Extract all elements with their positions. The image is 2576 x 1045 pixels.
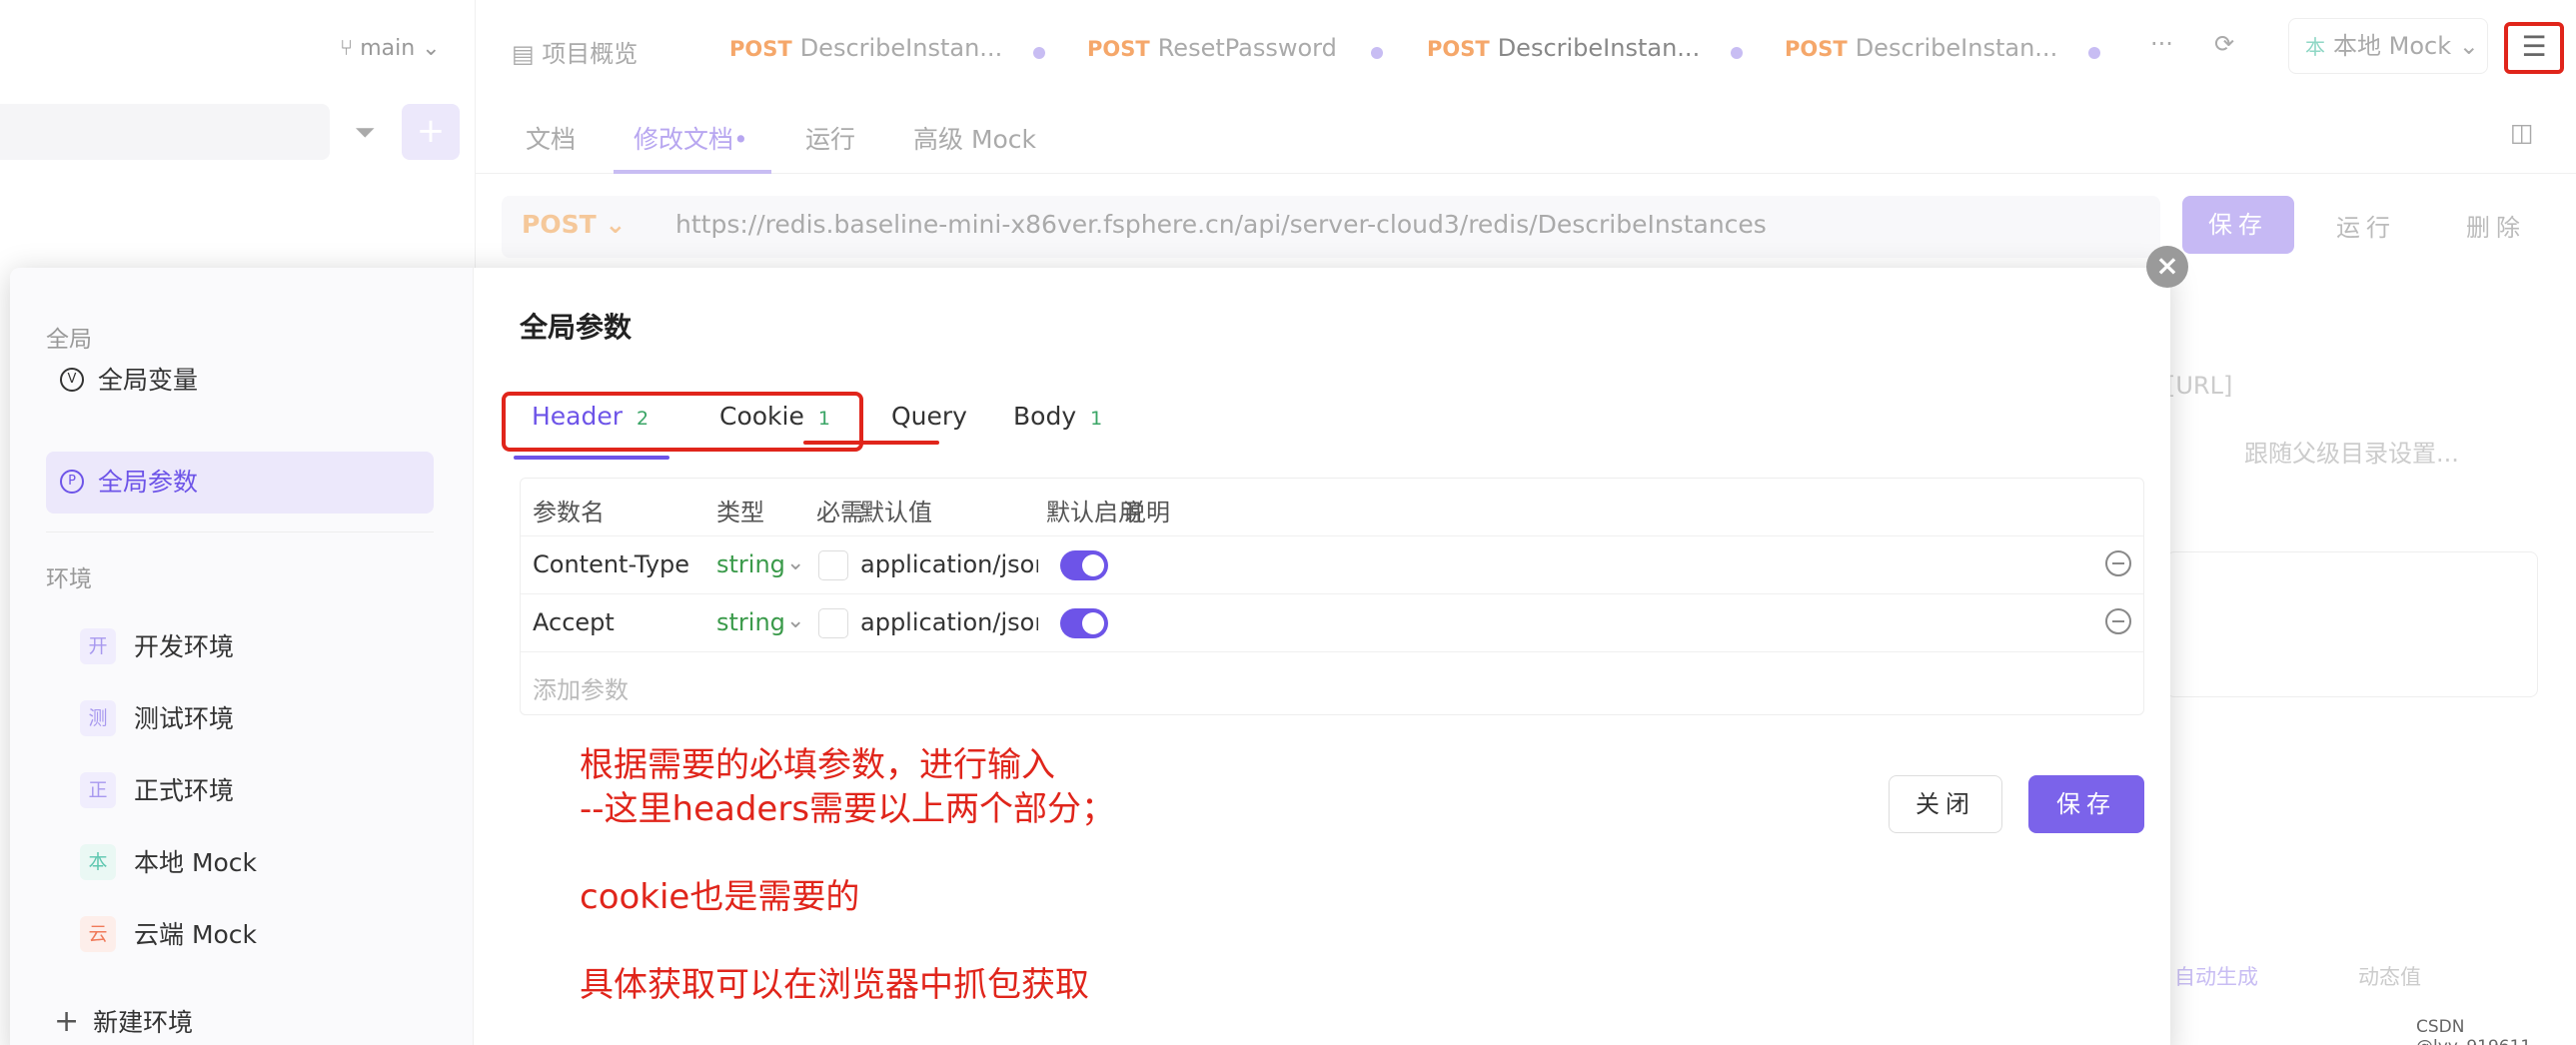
chevron-down-icon[interactable]: ⌄: [786, 608, 804, 633]
divider: [46, 531, 434, 532]
request-save-button[interactable]: 保存: [2182, 196, 2294, 254]
unsaved-dot: [1731, 47, 1743, 59]
required-checkbox[interactable]: [818, 550, 848, 580]
col-default: 默认值: [860, 499, 932, 526]
env-badge: 测: [80, 700, 116, 736]
branch-selector[interactable]: ⑂ main ⌄: [340, 36, 441, 61]
plus-icon: +: [54, 1004, 80, 1039]
col-type: 类型: [716, 499, 764, 526]
params-table: 参数名 类型 必需 默认值 默认启用 说明 Content-Type strin…: [520, 478, 2144, 715]
sidebar-item-global-params[interactable]: P 全局参数: [46, 452, 434, 514]
unsaved-dot: [2088, 47, 2100, 59]
env-badge: 本: [80, 844, 116, 880]
tab-request-active[interactable]: POST DescribeInstan...: [1427, 34, 1743, 62]
env-item-cloud-mock[interactable]: 云云端 Mock: [80, 915, 257, 955]
subtab-run[interactable]: 运行: [805, 120, 855, 156]
menu-icon[interactable]: ☰: [2504, 22, 2564, 74]
url-input[interactable]: https://redis.baseline-mini-x86ver.fsphe…: [675, 210, 1767, 239]
tab-request[interactable]: POST ResetPassword: [1087, 34, 1383, 62]
env-item-local-mock[interactable]: 本本地 Mock: [80, 843, 257, 883]
search-input[interactable]: [0, 104, 330, 160]
col-name: 参数名: [533, 499, 605, 526]
doc-subtabs: 文档 修改文档• 运行 高级 Mock ◫: [476, 104, 2576, 174]
close-button[interactable]: 关闭: [1889, 775, 2002, 833]
add-button[interactable]: +: [402, 104, 460, 160]
param-name[interactable]: Content-Type: [533, 550, 689, 578]
col-description: 说明: [1122, 499, 1170, 526]
request-delete-button[interactable]: 删除: [2466, 208, 2526, 243]
add-param-input[interactable]: 添加参数: [533, 670, 629, 705]
group-global-label: 全局: [46, 327, 92, 353]
env-item-dev[interactable]: 开开发环境: [80, 627, 234, 667]
subtab-advanced-mock[interactable]: 高级 Mock: [913, 120, 1036, 156]
remove-icon[interactable]: [2105, 550, 2131, 576]
save-button[interactable]: 保存: [2028, 775, 2144, 833]
table-row: Content-Type string ⌄ application/json; …: [521, 536, 2143, 594]
annotation-underline: [803, 441, 939, 445]
more-tabs-icon[interactable]: ···: [2150, 30, 2173, 58]
global-settings-modal: 全局 V 全局变量 P 全局参数 环境 开开发环境 测测试环境 正正式环境 本本地 …: [10, 268, 2170, 1045]
env-item-test[interactable]: 测测试环境: [80, 699, 234, 739]
table-row: Accept string ⌄ application/json, text/j…: [521, 594, 2143, 652]
enabled-toggle[interactable]: [1060, 608, 1108, 638]
dynamic-value-button[interactable]: 动态值: [2358, 961, 2421, 991]
count-badge: 1: [1090, 408, 1103, 430]
env-select[interactable]: 本本地 Mock ⌄: [2288, 18, 2488, 74]
unsaved-dot: [1371, 47, 1383, 59]
close-icon[interactable]: ×: [2146, 246, 2188, 288]
env-badge: 云: [80, 916, 116, 952]
page-title: 全局参数: [520, 311, 633, 344]
refresh-icon[interactable]: ⟳: [2214, 30, 2234, 58]
subtab-doc[interactable]: 文档: [526, 120, 576, 156]
method-select[interactable]: POST ⌄: [522, 210, 626, 239]
variable-icon: V: [60, 368, 84, 392]
chevron-down-icon[interactable]: ⌄: [786, 550, 804, 575]
panel-toggle-icon[interactable]: ◫: [2510, 118, 2534, 147]
request-tab-bar: ▤ 项目概览 POST DescribeInstan... POST ResetPa…: [476, 0, 2576, 104]
sidebar-item-global-variables[interactable]: V 全局变量: [46, 350, 434, 412]
group-env-label: 环境: [46, 566, 92, 592]
env-badge: 正: [80, 772, 116, 808]
col-required: 必需: [816, 499, 864, 526]
tab-project-overview[interactable]: ▤ 项目概览: [512, 34, 638, 69]
tab-request[interactable]: POST DescribeInstan...: [1785, 34, 2100, 62]
subtab-underline: [614, 170, 771, 174]
description-textarea[interactable]: [2166, 551, 2538, 697]
param-type[interactable]: string: [716, 550, 785, 578]
auto-generate-button[interactable]: 自动生成: [2174, 961, 2258, 991]
tab-request[interactable]: POST DescribeInstan...: [729, 34, 1045, 62]
env-badge: 开: [80, 628, 116, 664]
enabled-toggle[interactable]: [1060, 550, 1108, 580]
new-env-button[interactable]: + 新建环境: [54, 1003, 193, 1039]
url-label: [URL]: [2166, 372, 2233, 400]
required-checkbox[interactable]: [818, 608, 848, 638]
param-type[interactable]: string: [716, 608, 785, 636]
tab-query[interactable]: Query: [891, 402, 967, 431]
remove-icon[interactable]: [2105, 608, 2131, 634]
unsaved-dot: [1033, 47, 1045, 59]
tab-body[interactable]: Body 1: [1013, 402, 1102, 431]
env-item-prod[interactable]: 正正式环境: [80, 771, 234, 811]
table-header-row: 参数名 类型 必需 默认值 默认启用 说明: [521, 479, 2143, 536]
parent-setting-select[interactable]: 跟随父级目录设置...: [2244, 434, 2459, 469]
param-name[interactable]: Accept: [533, 608, 615, 636]
param-default-value[interactable]: application/json; charset=: [860, 550, 1038, 578]
modal-main: 全局参数 Header 2 Cookie 1 Query Body 1 参数名 类型 …: [474, 268, 2170, 1045]
watermark: CSDN @lyy_919611: [2416, 1017, 2531, 1045]
filter-icon[interactable]: ⏷: [344, 112, 386, 154]
param-default-value[interactable]: application/json, text/java: [860, 608, 1038, 636]
annotation-text: 根据需要的必填参数，进行输入 --这里headers需要以上两个部分； cook…: [580, 745, 1116, 1005]
tab-underline: [514, 456, 669, 460]
param-icon: P: [60, 470, 84, 494]
modal-sidebar: 全局 V 全局变量 P 全局参数 环境 开开发环境 测测试环境 正正式环境 本本地 …: [10, 268, 474, 1045]
request-run-button[interactable]: 运行: [2336, 208, 2396, 243]
subtab-edit-doc[interactable]: 修改文档•: [634, 120, 748, 156]
